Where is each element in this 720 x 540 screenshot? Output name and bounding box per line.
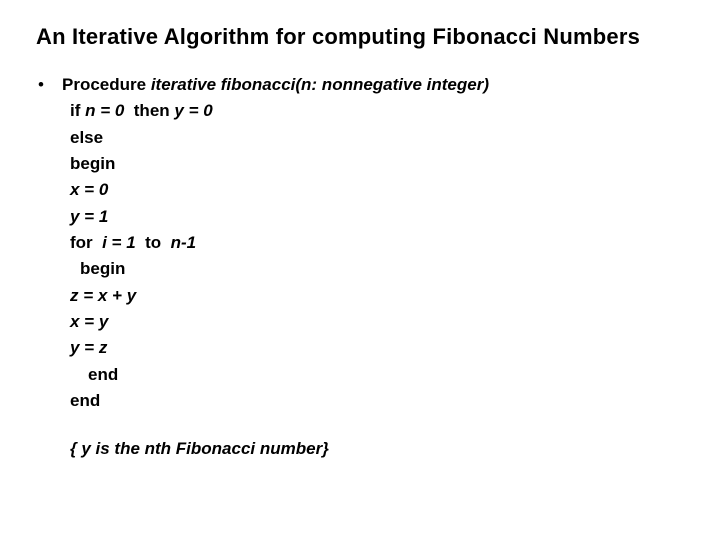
bullet-icon: • xyxy=(36,72,62,98)
expr: n-1 xyxy=(171,233,197,252)
procedure-heading: Procedure iterative fibonacci(n: nonnega… xyxy=(62,72,489,98)
procedure-signature: iterative fibonacci(n: nonnegative integ… xyxy=(151,75,489,94)
code-line: for i = 1 to n-1 xyxy=(70,230,684,256)
pseudocode-block: if n = 0 then y = 0 else begin x = 0 y =… xyxy=(70,98,684,414)
kw-to: to xyxy=(140,233,170,252)
kw-then: then xyxy=(129,101,174,120)
code-line: y = 1 xyxy=(70,204,684,230)
expr: i = 1 xyxy=(102,233,140,252)
expr: n = 0 xyxy=(85,101,129,120)
procedure-label: Procedure xyxy=(62,75,146,94)
slide-body: • Procedure iterative fibonacci(n: nonne… xyxy=(36,72,684,463)
code-line: z = x + y xyxy=(70,283,684,309)
code-line: if n = 0 then y = 0 xyxy=(70,98,684,124)
code-line: end xyxy=(70,362,684,388)
kw-for: for xyxy=(70,233,102,252)
code-line: else xyxy=(70,125,684,151)
page-title: An Iterative Algorithm for computing Fib… xyxy=(36,24,684,50)
code-line: begin xyxy=(70,256,684,282)
slide: An Iterative Algorithm for computing Fib… xyxy=(0,0,720,540)
code-line: begin xyxy=(70,151,684,177)
kw-if: if xyxy=(70,101,85,120)
code-line: x = y xyxy=(70,309,684,335)
expr: y = 0 xyxy=(174,101,212,120)
bullet-row: • Procedure iterative fibonacci(n: nonne… xyxy=(36,72,684,98)
code-line: x = 0 xyxy=(70,177,684,203)
footer-note: { y is the nth Fibonacci number} xyxy=(70,436,684,462)
code-line: y = z xyxy=(70,335,684,361)
code-line: end xyxy=(70,388,684,414)
